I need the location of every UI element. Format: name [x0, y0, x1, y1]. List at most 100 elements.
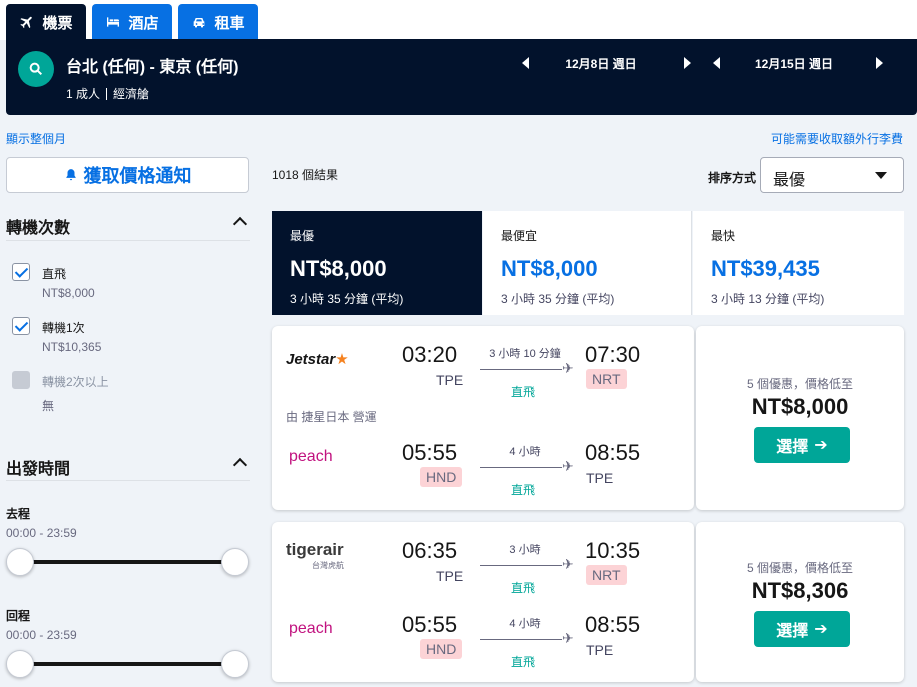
cabin-class: 經濟艙 — [113, 87, 150, 101]
arrive-airport: NRT — [586, 369, 627, 389]
return-next-date-icon[interactable] — [876, 57, 883, 69]
airline-name: Jetstar — [286, 351, 336, 368]
sort-card-fastest[interactable]: 最快 NT$39,435 3 小時 13 分鐘 (平均) — [693, 211, 904, 315]
ticket-price: NT$8,306 — [751, 578, 849, 603]
flight-duration: 4 小時 — [509, 446, 541, 458]
tab-flights-label: 機票 — [42, 14, 73, 32]
stops-text: 直飛 — [510, 581, 535, 595]
stops-two-plus-price: 無 — [42, 399, 55, 413]
chevron-up-icon[interactable] — [232, 216, 248, 232]
search-button[interactable] — [18, 51, 54, 87]
select-button[interactable]: 選擇 ➔ — [754, 611, 850, 647]
plane-icon: ✈ — [562, 360, 574, 376]
airline-logo-peach: peach — [289, 620, 333, 637]
star-icon: ★ — [335, 351, 349, 368]
price-alert-label: 獲取價格通知 — [83, 166, 192, 186]
select-button-label: 選擇 — [776, 439, 809, 456]
ticket-legs[interactable]: tigerair 台灣虎航 06:35 TPE 3 小時 ✈ 直飛 10:35 … — [272, 522, 694, 682]
outbound-slider-end-handle[interactable] — [221, 548, 249, 576]
plane-icon: ✈ — [562, 458, 574, 474]
sort-select-value: 最優 — [773, 172, 806, 189]
depart-prev-date-icon[interactable] — [522, 57, 529, 69]
car-icon — [194, 18, 205, 28]
arrive-airport: NRT — [586, 565, 627, 585]
depart-time: 05:55 — [402, 612, 458, 637]
return-prev-date-icon[interactable] — [713, 57, 720, 69]
chevron-up-icon[interactable] — [232, 457, 248, 473]
sort-card-label: 最優 — [290, 229, 315, 243]
stops-text: 直飛 — [510, 385, 535, 399]
ticket-price-box[interactable]: 5 個優惠，價格低至 NT$8,306 選擇 ➔ — [696, 522, 904, 682]
search-icon — [29, 62, 43, 76]
plane-icon: ✈ — [562, 630, 574, 646]
select-button-label: 選擇 — [776, 623, 809, 640]
route-text: 台北 (任何) - 東京 (任何) — [66, 59, 239, 76]
flight-line — [480, 467, 562, 468]
depart-date[interactable]: 12月8日 週日 — [546, 55, 656, 71]
ticket-price-box[interactable]: 5 個優惠，價格低至 NT$8,000 選擇 ➔ — [696, 326, 904, 510]
stops-one-label: 轉機1次 — [42, 321, 85, 335]
product-tabs: 機票 酒店 租車 — [0, 0, 917, 40]
stops-two-plus-checkbox — [12, 371, 30, 389]
sort-card-price: NT$8,000 — [501, 256, 598, 281]
sort-card-duration: 3 小時 35 分鐘 (平均) — [501, 292, 615, 306]
divider — [6, 240, 250, 241]
tab-hotels[interactable]: 酒店 — [92, 4, 172, 40]
tab-flights[interactable]: 機票 — [6, 4, 86, 40]
return-slider-track[interactable] — [22, 662, 236, 666]
baggage-fees-link[interactable]: 可能需要收取額外行李費 — [771, 130, 903, 147]
sort-card-duration: 3 小時 13 分鐘 (平均) — [711, 292, 825, 306]
plane-icon — [20, 16, 33, 29]
outbound-slider-track[interactable] — [22, 560, 236, 564]
depart-time: 05:55 — [402, 440, 458, 465]
arrive-airport: TPE — [586, 470, 614, 486]
depart-airport: TPE — [436, 568, 464, 584]
sort-card-cheapest[interactable]: 最便宜 NT$8,000 3 小時 35 分鐘 (平均) — [483, 211, 692, 315]
flight-duration: 3 小時 — [509, 544, 541, 556]
depart-airport: HND — [420, 639, 463, 659]
return-slider-end-handle[interactable] — [221, 650, 249, 678]
arrive-time: 08:55 — [585, 612, 641, 637]
flight-line — [480, 639, 562, 640]
select-button[interactable]: 選擇 ➔ — [754, 427, 850, 463]
ticket-price: NT$8,000 — [751, 394, 849, 419]
ticket-legs[interactable]: Jetstar★ 03:20 TPE 3 小時 10 分鐘 ✈ 直飛 07:30… — [272, 326, 694, 510]
tab-hotels-label: 酒店 — [128, 14, 159, 32]
depart-airport: HND — [420, 467, 463, 487]
operated-by: 由 捷星日本 營運 — [286, 410, 377, 424]
return-date[interactable]: 12月15日 週日 — [738, 55, 850, 71]
stops-text: 直飛 — [510, 483, 535, 497]
tab-cars[interactable]: 租車 — [178, 4, 258, 40]
ticket-card[interactable]: Jetstar★ 03:20 TPE 3 小時 10 分鐘 ✈ 直飛 07:30… — [272, 326, 904, 510]
stops-one-checkbox[interactable] — [12, 317, 30, 335]
stops-two-plus-label: 轉機2次以上 — [42, 375, 109, 389]
arrive-time: 08:55 — [585, 440, 641, 465]
sort-label: 排序方式 — [708, 171, 757, 185]
ticket-card[interactable]: tigerair 台灣虎航 06:35 TPE 3 小時 ✈ 直飛 10:35 … — [272, 522, 904, 682]
sort-card-label: 最便宜 — [501, 229, 538, 243]
whole-month-link[interactable]: 顯示整個月 — [6, 130, 66, 147]
price-alert-button[interactable]: 獲取價格通知 — [6, 157, 249, 193]
tab-cars-label: 租車 — [214, 14, 245, 32]
depart-time: 03:20 — [402, 342, 458, 367]
outbound-range: 00:00 - 23:59 — [6, 526, 77, 540]
search-summary-bar[interactable]: 台北 (任何) - 東京 (任何) 1 成人 經濟艙 12月8日 週日 12月15… — [6, 39, 917, 115]
flight-duration: 3 小時 10 分鐘 — [489, 348, 561, 360]
sort-select[interactable]: 最優 — [760, 157, 904, 193]
depart-next-date-icon[interactable] — [684, 57, 691, 69]
deals-text: 5 個優惠，價格低至 — [746, 377, 853, 391]
flight-duration: 4 小時 — [509, 618, 541, 630]
passenger-cabin[interactable]: 1 成人 經濟艙 — [66, 85, 149, 102]
divider — [6, 480, 250, 481]
arrive-airport: TPE — [586, 642, 614, 658]
outbound-label: 去程 — [6, 507, 31, 521]
stops-text: 直飛 — [510, 655, 535, 669]
sort-card-best[interactable]: 最優 NT$8,000 3 小時 35 分鐘 (平均) — [272, 211, 482, 315]
return-slider-start-handle[interactable] — [6, 650, 34, 678]
departure-time-title: 出發時間 — [6, 461, 71, 478]
divider — [106, 88, 108, 100]
stops-nonstop-checkbox[interactable] — [12, 263, 30, 281]
outbound-slider-start-handle[interactable] — [6, 548, 34, 576]
stops-nonstop-price: NT$8,000 — [42, 286, 95, 300]
return-label: 回程 — [6, 609, 31, 623]
